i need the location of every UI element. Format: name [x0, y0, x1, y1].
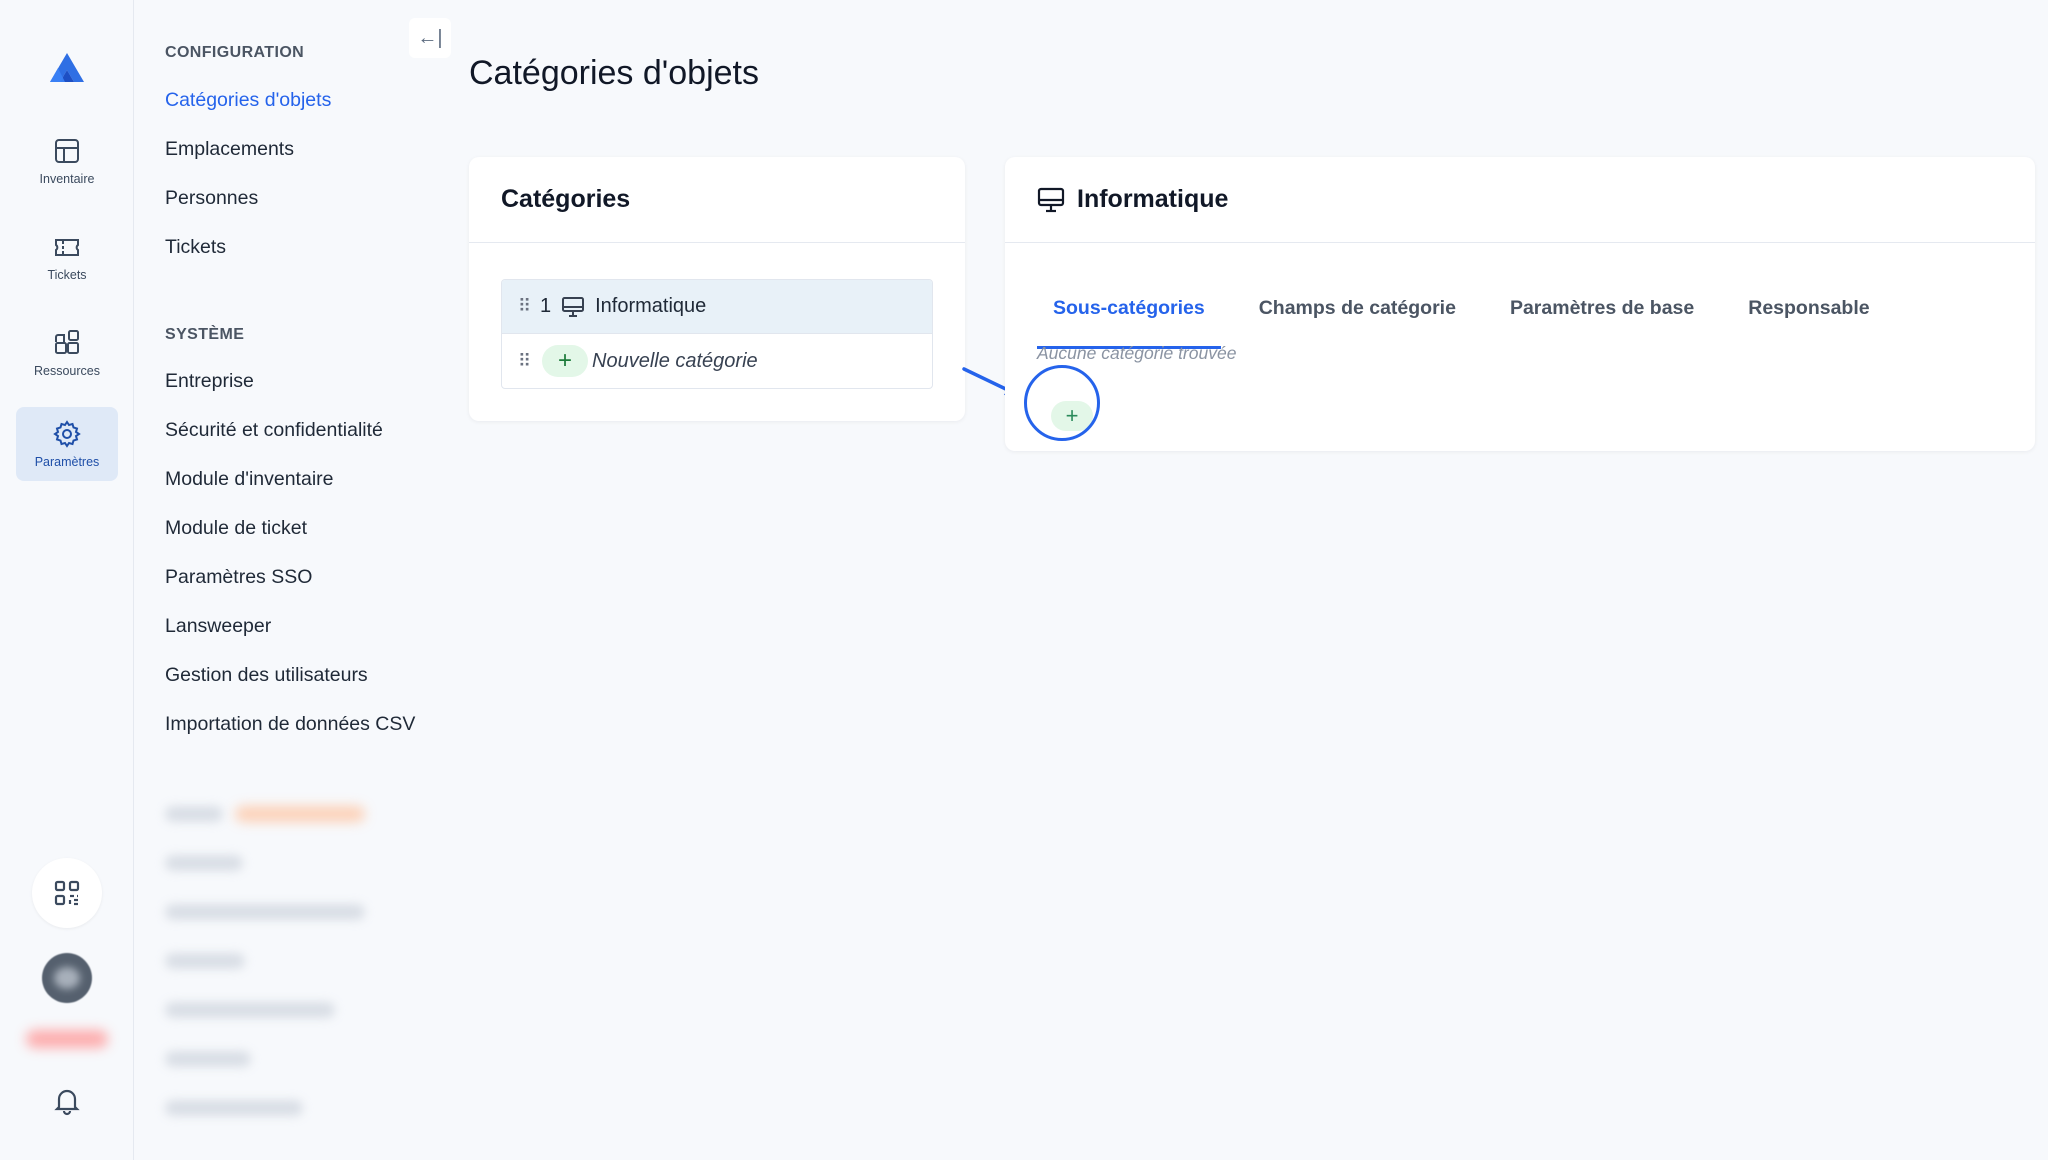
nav-link-entreprise[interactable]: Entreprise — [165, 370, 254, 393]
blurred-nav-link[interactable] — [165, 953, 245, 969]
nav-link-import-csv[interactable]: Importation de données CSV — [165, 713, 415, 736]
blurred-nav-link[interactable] — [165, 1051, 251, 1067]
category-number: 1 — [540, 295, 552, 317]
rail-item-label: Tickets — [47, 268, 87, 282]
new-category-row[interactable]: ⠿ + Nouvelle catégorie — [502, 334, 932, 388]
nav-link-personnes[interactable]: Personnes — [165, 187, 258, 210]
gear-icon — [53, 420, 81, 448]
avatar[interactable] — [42, 953, 92, 1003]
detail-tabs: Sous-catégories Champs de catégorie Para… — [1037, 291, 1908, 349]
resources-icon — [55, 330, 79, 354]
tab-responsable[interactable]: Responsable — [1732, 291, 1885, 349]
categories-card-header: Catégories — [469, 157, 965, 243]
rail-item-inventaire[interactable]: Inventaire — [16, 124, 118, 198]
nav-link-categories[interactable]: Catégories d'objets — [165, 89, 331, 112]
category-row-informatique[interactable]: ⠿ 1 Informatique — [502, 280, 932, 334]
add-category-button[interactable]: + — [542, 345, 588, 377]
settings-nav: ←| CONFIGURATION Catégories d'objets Emp… — [135, 0, 455, 1160]
category-list: ⠿ 1 Informatique ⠿ + Nouvelle catégorie — [501, 279, 933, 389]
page-title: Catégories d'objets — [469, 54, 759, 92]
rail-item-parametres[interactable]: Paramètres — [16, 407, 118, 481]
categories-card-title: Catégories — [501, 185, 631, 213]
collapse-left-icon: ←| — [417, 26, 443, 49]
qr-code-icon — [54, 880, 80, 906]
categories-card: Catégories ⠿ 1 Informatique ⠿ + Nouvelle… — [469, 157, 965, 421]
blurred-nav-link[interactable] — [165, 1002, 335, 1018]
detail-card-title: Informatique — [1077, 185, 1229, 213]
nav-link-sso[interactable]: Paramètres SSO — [165, 566, 312, 589]
app-rail: Inventaire Tickets Ressources Paramètres — [0, 0, 134, 1160]
qr-code-button[interactable] — [32, 858, 102, 928]
tab-sous-categories[interactable]: Sous-catégories — [1037, 291, 1221, 349]
nav-link-securite[interactable]: Sécurité et confidentialité — [165, 419, 383, 442]
new-category-label[interactable]: Nouvelle catégorie — [592, 350, 758, 373]
blurred-nav-link[interactable] — [165, 1100, 303, 1116]
section-title-systeme: SYSTÈME — [165, 326, 245, 343]
rail-item-label: Paramètres — [34, 455, 100, 469]
detail-card-header: Informatique — [1005, 157, 2035, 243]
empty-state-text: Aucune catégorie trouvée — [1037, 343, 1237, 363]
category-detail-card: Informatique Sous-catégories Champs de c… — [1005, 157, 2035, 451]
bell-icon[interactable] — [50, 1084, 84, 1118]
tab-parametres-base[interactable]: Paramètres de base — [1494, 291, 1710, 349]
monitor-icon — [562, 296, 585, 317]
nav-link-utilisateurs[interactable]: Gestion des utilisateurs — [165, 664, 368, 687]
nav-link-lansweeper[interactable]: Lansweeper — [165, 615, 271, 638]
ticket-icon — [55, 239, 79, 256]
rail-item-label: Inventaire — [39, 172, 95, 186]
blurred-badge — [26, 1030, 108, 1048]
monitor-icon — [1037, 187, 1065, 212]
nav-link-tickets[interactable]: Tickets — [165, 236, 226, 259]
drag-handle-icon[interactable]: ⠿ — [518, 351, 540, 372]
app-logo[interactable] — [47, 50, 87, 90]
table-icon — [55, 139, 79, 163]
rail-item-tickets[interactable]: Tickets — [16, 220, 118, 294]
nav-link-module-ticket[interactable]: Module de ticket — [165, 517, 307, 540]
tab-champs-categorie[interactable]: Champs de catégorie — [1243, 291, 1472, 349]
drag-handle-icon[interactable]: ⠿ — [518, 296, 540, 317]
blurred-nav-link[interactable] — [165, 855, 243, 871]
nav-link-module-inventaire[interactable]: Module d'inventaire — [165, 468, 334, 491]
blurred-nav-link[interactable] — [165, 904, 365, 920]
highlight-ring — [1024, 365, 1100, 441]
rail-item-ressources[interactable]: Ressources — [16, 316, 118, 390]
collapse-sidebar-button[interactable]: ←| — [409, 18, 451, 58]
rail-item-label: Ressources — [34, 364, 100, 378]
section-title-configuration: CONFIGURATION — [165, 44, 305, 61]
category-label: Informatique — [595, 295, 707, 317]
blurred-badge — [235, 806, 365, 822]
blurred-section-title — [165, 806, 223, 822]
nav-link-emplacements[interactable]: Emplacements — [165, 138, 294, 161]
